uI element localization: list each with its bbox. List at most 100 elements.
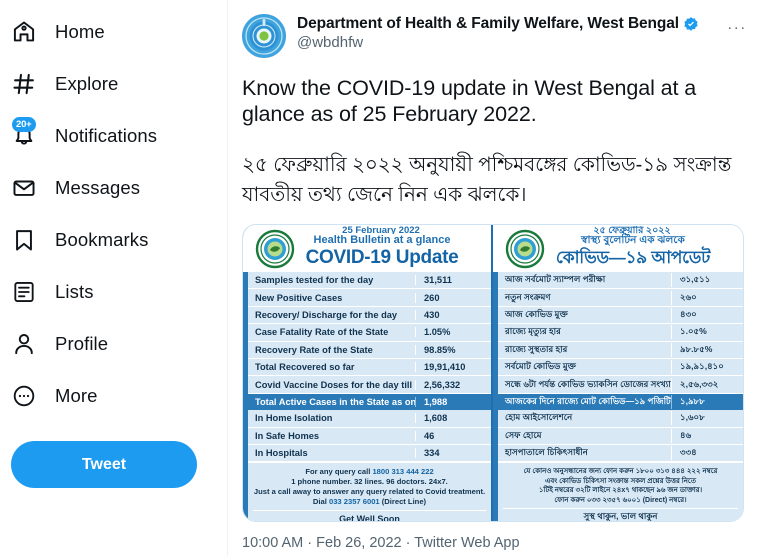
sidebar-item-profile[interactable]: Profile: [0, 318, 227, 370]
helpline-line-1: যে কোনও অনুসন্ধানের জন্য ফোন করুন ১৮০০ ৩…: [523, 468, 718, 476]
tweet-media-bulletin[interactable]: 25 February 2022 Health Bulletin at a gl…: [242, 224, 744, 522]
more-options-icon[interactable]: ···: [723, 16, 751, 38]
sidebar-item-label: Explore: [55, 73, 119, 94]
row-label: আজকের দিনে রাজ্যে মোট কোভিড—১৯ পজিটিভ:: [505, 395, 671, 406]
table-row: In Safe Homes 46: [248, 427, 491, 445]
row-label: সর্বমোট কোভিড মুক্ত: [505, 361, 576, 372]
tweet-header: Department of Health & Family Welfare, W…: [242, 10, 751, 58]
helpline-note: Just a call away to answer any query rel…: [253, 487, 486, 497]
table-row: In Hospitals 334: [248, 444, 491, 463]
sidebar-item-bookmarks[interactable]: Bookmarks: [0, 214, 227, 266]
tweet-text-bengali: ২৫ ফেব্রুয়ারি ২০২২ অনুযায়ী পশ্চিমবঙ্গে…: [242, 154, 732, 206]
sidebar-item-notifications[interactable]: 20+ Notifications: [0, 110, 227, 162]
row-value: ৩১,৫১১: [671, 273, 743, 288]
table-row: Recovery Rate of the State 98.85%: [248, 341, 491, 359]
row-label: নতুন সংক্রমণ: [505, 291, 551, 302]
row-label: Recovery/ Discharge for the day: [255, 309, 398, 320]
row-value: 46: [415, 430, 491, 441]
bulletin-panel-bengali: ২৫ ফেব্রুয়ারি ২০২২ স্বাস্থ্য বুলেটিন এক…: [493, 225, 743, 521]
display-name: Department of Health & Family Welfare, W…: [297, 15, 680, 32]
row-label: রাজ্যে মৃত্যুর হার: [505, 326, 561, 337]
table-row-highlighted: আজকের দিনে রাজ্যে মোট কোভিড—১৯ পজিটিভ: ১…: [498, 393, 743, 411]
table-row-highlighted: Total Active Cases in the State as on th…: [248, 393, 491, 411]
more-circle-icon: [10, 382, 38, 410]
table-row: নতুন সংক্রমণ ২৬০: [498, 289, 743, 307]
account-handle: @wbdhfw: [297, 34, 364, 51]
direct-line-suffix: (Direct Line): [379, 497, 427, 507]
sidebar-item-explore[interactable]: Explore: [0, 58, 227, 110]
hashtag-icon: [10, 70, 38, 98]
row-value: ৯৮.৮৫%: [671, 342, 743, 357]
table-row: সেফ হোমে ৪৬: [498, 427, 743, 445]
sidebar-item-more[interactable]: More: [0, 370, 227, 422]
helpline-line-2: এবং কোভিড চিকিৎসা সংক্রান্ত সকল প্রশ্নের…: [545, 477, 696, 485]
sidebar-item-home[interactable]: Home: [0, 6, 227, 58]
sidebar-item-label: Lists: [55, 281, 94, 302]
bulletin-header-english: 25 February 2022 Health Bulletin at a gl…: [243, 225, 491, 272]
row-value: ৪৬: [671, 428, 743, 443]
closing-message: Get Well Soon: [253, 510, 486, 521]
bulletin-date-english: 25 February 2022: [342, 226, 420, 234]
twitter-app: Home Explore 20+ Notifications Messages …: [0, 0, 765, 556]
row-value: 334: [415, 448, 491, 459]
row-label: Samples tested for the day: [255, 275, 374, 286]
direct-line-prefix: Dial: [312, 497, 329, 507]
helpline-line-3: ১টিই নম্বরের ৩২টি লাইনে ২৪x৭ থাকছেন ৯৬ জ…: [538, 487, 703, 495]
row-label: Case Fatality Rate of the State: [255, 327, 389, 338]
row-label: Recovery Rate of the State: [255, 344, 373, 355]
bulletin-panel-english: 25 February 2022 Health Bulletin at a gl…: [243, 225, 493, 521]
helpline-line-4: ফোন করুন ০৩৩ ২৩৫৭ ৬০০১ (Direct) নম্বরে।: [554, 496, 687, 504]
table-row: Covid Vaccine Doses for the day till 6 P…: [248, 376, 491, 394]
notification-badge: 20+: [12, 117, 36, 132]
row-label: Covid Vaccine Doses for the day till 6 P…: [255, 379, 415, 390]
table-row: হোম আইসোলেশনে ১,৬০৮: [498, 410, 743, 428]
row-value: 19,91,410: [415, 362, 491, 373]
row-label: New Positive Cases: [255, 292, 343, 303]
row-value: 2,56,332: [415, 379, 491, 390]
row-label: হোম আইসোলেশনে: [505, 412, 573, 423]
row-label: In Hospitals: [255, 448, 308, 459]
bulletin-title-bengali: কোভিড—১৯ আপডেট: [555, 248, 711, 267]
tweet-author: Department of Health & Family Welfare, W…: [297, 14, 699, 51]
row-value: 31,511: [415, 275, 491, 286]
sidebar-item-label: Bookmarks: [55, 229, 149, 250]
bulletin-header-bengali: ২৫ ফেব্রুয়ারি ২০২২ স্বাস্থ্য বুলেটিন এক…: [493, 225, 743, 272]
sidebar-item-label: Home: [55, 21, 105, 42]
row-value: ১,৬০৮: [671, 411, 743, 426]
helpline-number: 1800 313 444 222: [372, 467, 434, 477]
row-value: ২,৫৬,৩৩২: [671, 377, 743, 392]
bulletin-footer-english: For any query call 1800 313 444 222 1 ph…: [248, 462, 491, 521]
row-label: হাসপাতালে চিকিৎসাধীন: [505, 447, 588, 458]
verified-badge-icon: [683, 16, 699, 32]
avatar[interactable]: [242, 14, 286, 58]
sidebar-item-label: More: [55, 385, 98, 406]
row-value: 98.85%: [415, 344, 491, 355]
direct-line-number: 033 2357 6001: [328, 497, 380, 507]
bulletin-table-bengali: আজ সর্বমোট স্যাম্পল পরীক্ষা ৩১,৫১১ নতুন …: [493, 272, 743, 463]
bulletin-subtitle-english: Health Bulletin at a glance: [313, 234, 451, 246]
row-value: ৩৩৪: [671, 446, 743, 461]
row-label: রাজ্যে সুস্থতার হার: [505, 343, 568, 354]
bookmark-icon: [10, 226, 38, 254]
row-value: ১,৯৮৮: [671, 394, 743, 409]
primary-sidebar: Home Explore 20+ Notifications Messages …: [0, 0, 228, 556]
bell-icon: 20+: [10, 117, 38, 150]
helpline-detail: 1 phone number. 32 lines. 96 doctors. 24…: [291, 477, 448, 487]
govt-emblem-icon: [505, 229, 545, 269]
table-row: Recovery/ Discharge for the day 430: [248, 306, 491, 325]
bulletin-table-english: Samples tested for the day 31,511 New Po…: [243, 272, 491, 463]
row-label: Total Active Cases in the State as on th…: [255, 396, 415, 407]
sidebar-item-lists[interactable]: Lists: [0, 266, 227, 318]
govt-emblem-icon: [255, 229, 295, 269]
table-row: হাসপাতালে চিকিৎসাধীন ৩৩৪: [498, 444, 743, 463]
envelope-icon: [10, 174, 38, 202]
tweet-button[interactable]: Tweet: [11, 441, 197, 488]
sidebar-item-messages[interactable]: Messages: [0, 162, 227, 214]
tweet-text-english: Know the COVID-19 update in West Bengal …: [242, 76, 697, 126]
closing-message: সুস্থ থাকুন, ভাল থাকুন: [503, 508, 738, 521]
row-label: আজ কোভিড মুক্ত: [505, 308, 568, 319]
table-row: New Positive Cases 260: [248, 289, 491, 307]
row-label: In Home Isolation: [255, 413, 333, 424]
row-value: 260: [415, 292, 491, 303]
bulletin-date-bengali: ২৫ ফেব্রুয়ারি ২০২২: [593, 226, 671, 234]
